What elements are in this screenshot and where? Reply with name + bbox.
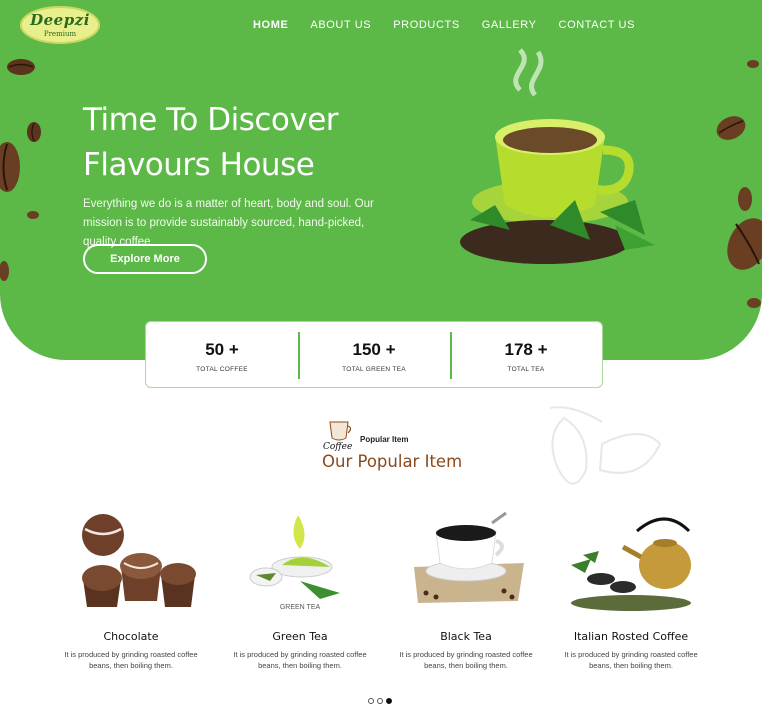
carousel-dot-1[interactable] bbox=[368, 698, 374, 704]
main-nav: HOME ABOUT US PRODUCTS GALLERY CONTACT U… bbox=[253, 19, 657, 31]
stat-label: TOTAL TEA bbox=[507, 366, 545, 373]
carousel-dot-3[interactable] bbox=[386, 698, 392, 704]
nav-home[interactable]: HOME bbox=[253, 19, 288, 31]
coffee-bean-icon bbox=[747, 298, 761, 308]
stat-label: TOTAL GREEN TEA bbox=[342, 366, 406, 373]
teapot-image bbox=[571, 517, 691, 611]
stat-label: TOTAL COFFEE bbox=[196, 366, 248, 373]
popular-title: Our Popular Item bbox=[322, 452, 463, 471]
product-name: Italian Rosted Coffee bbox=[573, 630, 689, 643]
carousel-dots bbox=[368, 698, 392, 704]
nav-gallery[interactable]: GALLERY bbox=[482, 19, 537, 31]
coffee-icon-text: Coffee bbox=[323, 442, 352, 452]
hero-title-line1: Time To Discover bbox=[83, 102, 339, 138]
stat-total-tea: 178 + TOTAL TEA bbox=[450, 322, 602, 387]
nav-about-us[interactable]: ABOUT US bbox=[310, 19, 371, 31]
coffee-bean-icon bbox=[0, 142, 20, 192]
product-description: It is produced by grinding roasted coffe… bbox=[233, 650, 367, 670]
chocolate-image bbox=[82, 514, 196, 607]
logo-brand: Deepzi bbox=[30, 11, 90, 29]
logo[interactable]: Deepzi Premium bbox=[20, 6, 100, 44]
explore-more-button[interactable]: Explore More bbox=[83, 244, 207, 274]
nav-contact-us[interactable]: CONTACT US bbox=[559, 19, 636, 31]
popular-tag: Popular Item bbox=[360, 435, 409, 444]
product-description: It is produced by grinding roasted coffe… bbox=[64, 650, 198, 670]
product-name: Chocolate bbox=[103, 630, 159, 643]
product-card-italian-rosted-coffee[interactable]: Italian Rosted Coffee It is produced by … bbox=[551, 505, 711, 671]
product-description: It is produced by grinding roasted coffe… bbox=[564, 650, 698, 670]
coffee-bean-icon bbox=[27, 211, 39, 219]
product-description: It is produced by grinding roasted coffe… bbox=[399, 650, 533, 670]
black-tea-image bbox=[414, 511, 524, 603]
hero-banner: Deepzi Premium HOME ABOUT US PRODUCTS GA… bbox=[0, 0, 762, 360]
product-card-black-tea[interactable]: Black Tea It is produced by grinding roa… bbox=[386, 505, 546, 671]
cocoa-pod-icon bbox=[549, 406, 662, 485]
stat-value: 178 + bbox=[504, 340, 548, 359]
stat-value: 50 + bbox=[205, 340, 239, 359]
coffee-bean-icon bbox=[27, 122, 41, 142]
stat-total-green-tea: 150 + TOTAL GREEN TEA bbox=[298, 322, 450, 387]
coffee-bean-icon bbox=[738, 187, 752, 211]
stat-value: 150 + bbox=[352, 340, 396, 359]
product-name: Green Tea bbox=[272, 630, 328, 643]
nav-products[interactable]: PRODUCTS bbox=[393, 19, 460, 31]
carousel-dot-2[interactable] bbox=[377, 698, 383, 704]
coffee-bean-icon bbox=[0, 261, 9, 281]
logo-tier: Premium bbox=[43, 30, 77, 38]
product-card-green-tea[interactable]: GREEN TEA Green Tea It is produced by gr… bbox=[220, 505, 380, 671]
coffee-bean-icon bbox=[747, 60, 759, 68]
hero-title-line2: Flavours House bbox=[83, 147, 315, 183]
product-card-chocolate[interactable]: Chocolate It is produced by grinding roa… bbox=[51, 505, 211, 671]
coffee-bean-icon bbox=[727, 218, 762, 270]
coffee-bean-icon bbox=[716, 116, 746, 140]
hero-title: Time To Discover Flavours House bbox=[83, 98, 423, 188]
coffee-cup-icon: Coffee bbox=[323, 421, 352, 452]
product-name: Black Tea bbox=[440, 630, 492, 643]
tea-cup-illustration bbox=[460, 48, 655, 264]
coffee-bean-icon bbox=[7, 59, 35, 75]
stats-panel: 50 + TOTAL COFFEE 150 + TOTAL GREEN TEA … bbox=[145, 321, 603, 388]
green-tea-image: GREEN TEA bbox=[249, 515, 340, 611]
stat-total-coffee: 50 + TOTAL COFFEE bbox=[146, 322, 298, 387]
green-tea-label: GREEN TEA bbox=[280, 604, 321, 611]
